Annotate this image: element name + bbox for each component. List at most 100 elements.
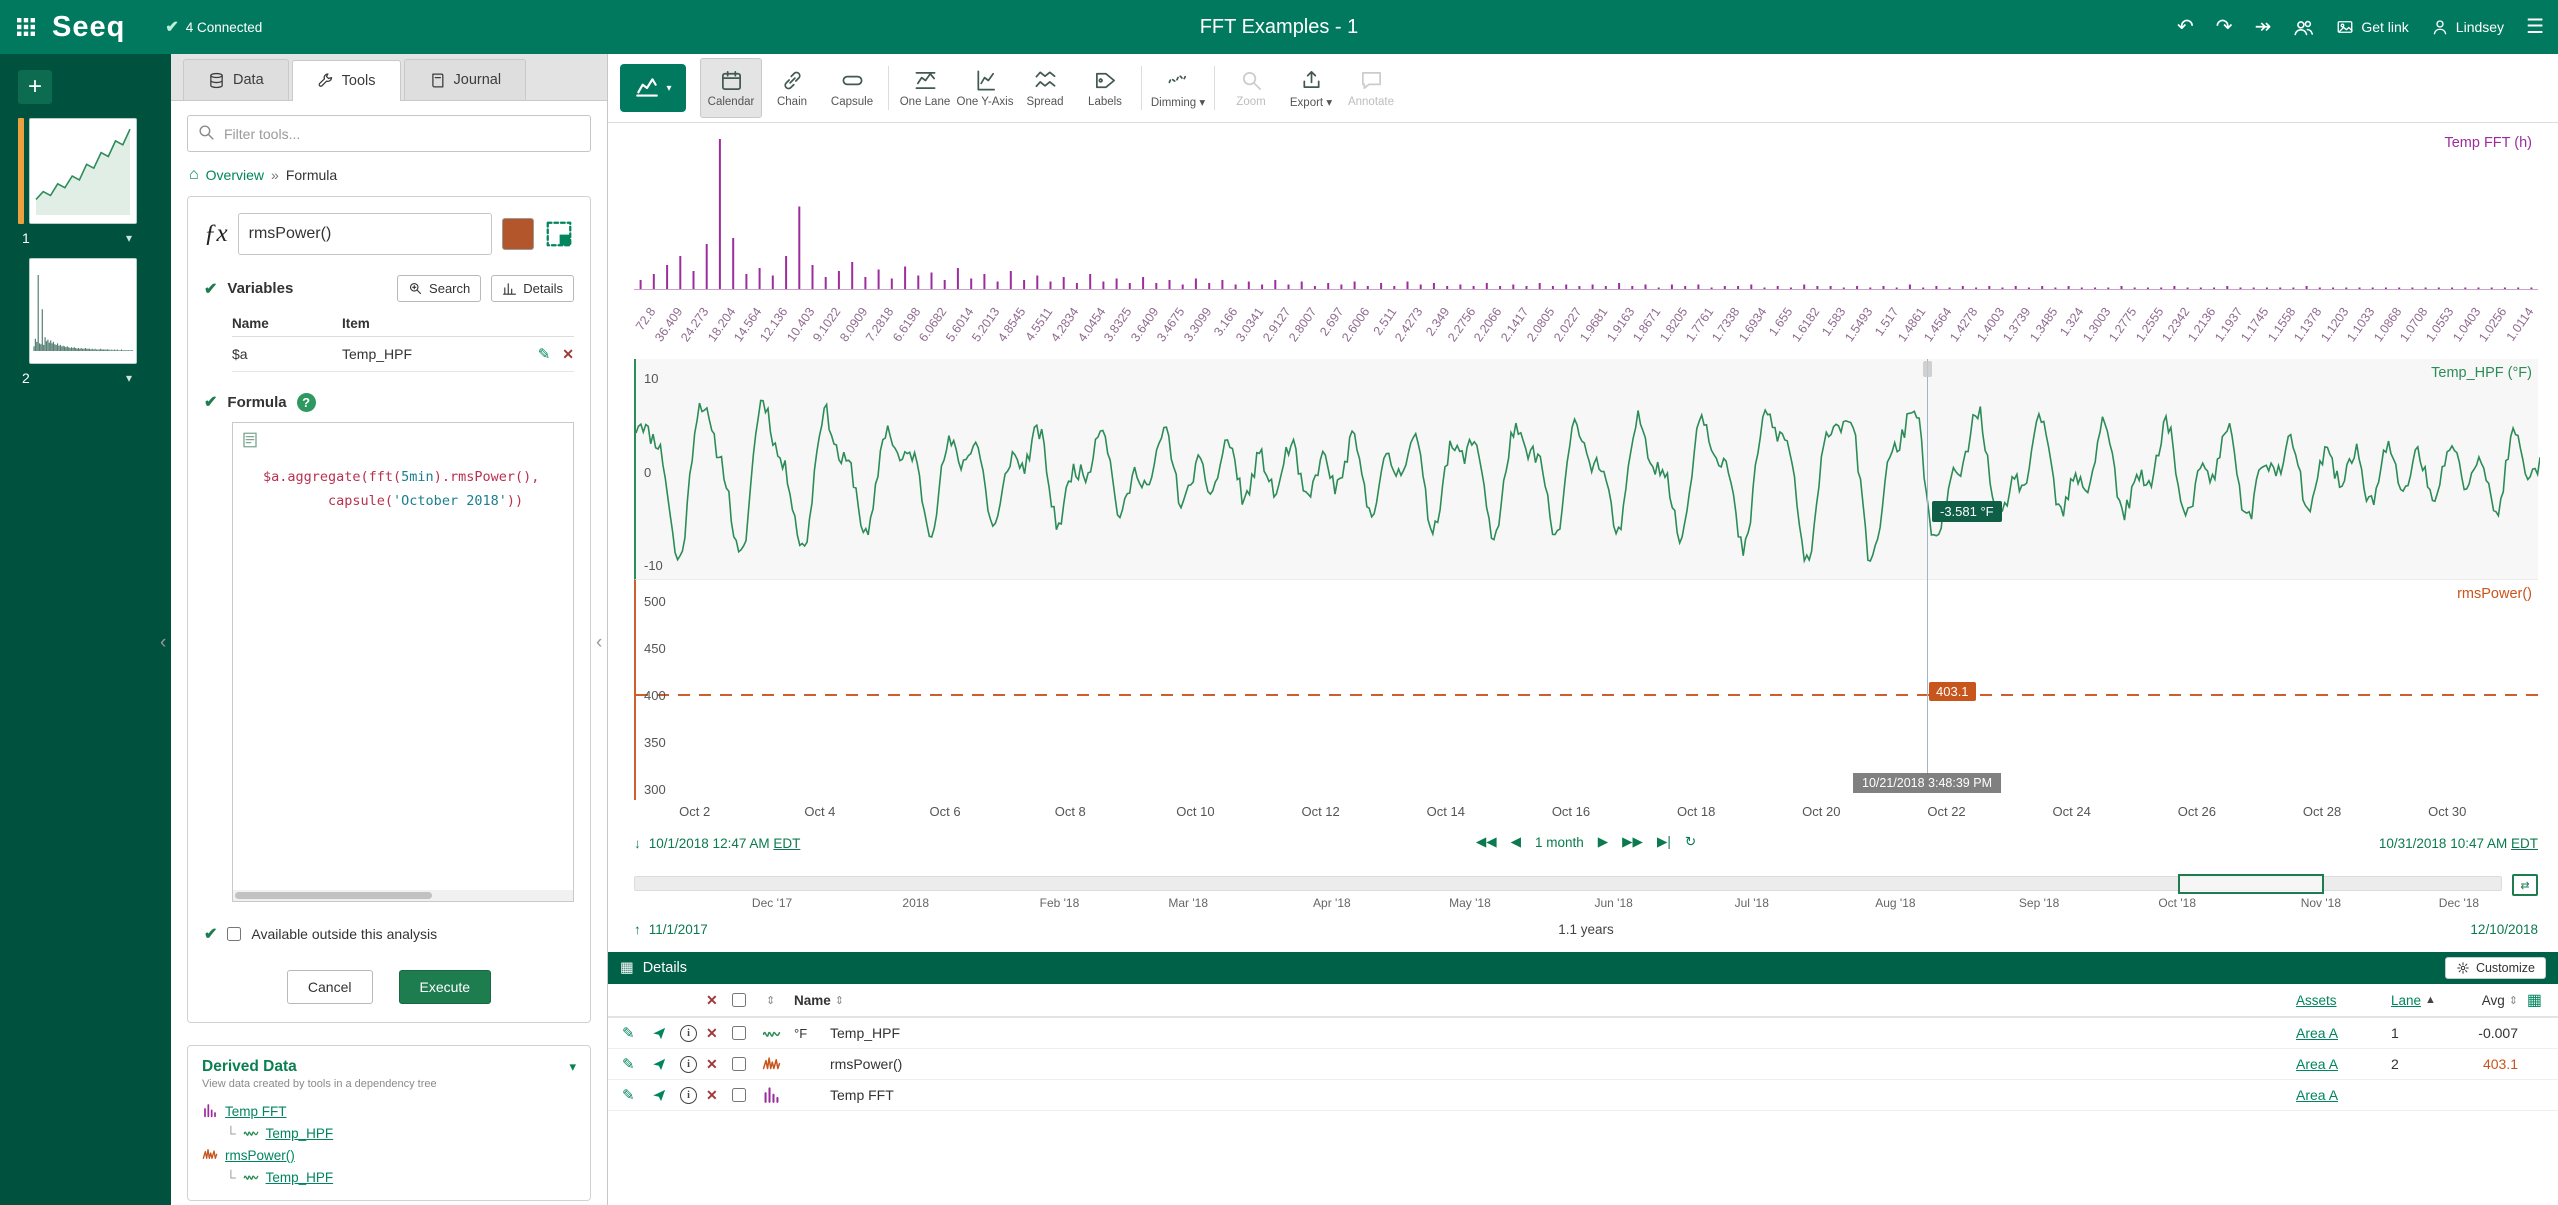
sort-icon[interactable]: ⇕ bbox=[2509, 994, 2518, 1007]
edit-icon[interactable]: ✎ bbox=[622, 1024, 635, 1042]
display-pane-icon[interactable] bbox=[544, 219, 574, 249]
trend-view-dropdown[interactable]: ▾ bbox=[620, 64, 686, 112]
cancel-button[interactable]: Cancel bbox=[286, 970, 373, 1004]
asset-link[interactable]: Area A bbox=[2296, 1087, 2338, 1103]
table-row[interactable]: ✎ i ✕ °F Temp_HPF Area A 1 -0.007 bbox=[608, 1018, 2558, 1049]
remove-icon[interactable]: ✕ bbox=[562, 346, 574, 363]
user-menu[interactable]: Lindsey bbox=[2431, 18, 2504, 36]
worksheet-thumb-2[interactable] bbox=[18, 258, 171, 364]
step-forward-fast-icon[interactable]: ▶▶ bbox=[1622, 834, 1643, 850]
asset-link[interactable]: Area A bbox=[2296, 1056, 2338, 1072]
step-back-fast-icon[interactable]: ◀◀ bbox=[1476, 834, 1497, 850]
investigate-timebar[interactable]: Dec '17 2018 Feb '18 Mar '18 Apr '18 May '18 J… bbox=[634, 872, 2538, 918]
tree-child-item[interactable]: └ Temp_HPF bbox=[202, 1166, 576, 1188]
info-icon[interactable]: i bbox=[680, 1086, 697, 1104]
table-view-icon[interactable]: ▦ bbox=[2527, 990, 2542, 1010]
fft-series-label[interactable]: Temp FFT (h) bbox=[2444, 135, 2532, 151]
series-name[interactable]: Temp_HPF bbox=[830, 1025, 2296, 1041]
editor-scrollbar[interactable] bbox=[233, 890, 573, 901]
col-avg[interactable]: Avg bbox=[2482, 993, 2505, 1008]
temp-hpf-lane[interactable]: Temp_HPF (°F) 10 0 -10 bbox=[634, 359, 2541, 580]
tree-item[interactable]: rmsPower() bbox=[202, 1144, 576, 1166]
app-launcher-icon[interactable] bbox=[14, 15, 38, 39]
col-name[interactable]: Name bbox=[794, 993, 831, 1008]
edit-icon[interactable]: ✎ bbox=[538, 345, 551, 363]
tab-tools[interactable]: Tools bbox=[291, 60, 401, 101]
col-lane[interactable]: Lane bbox=[2391, 993, 2421, 1008]
connected-status[interactable]: ✔ 4 Connected bbox=[165, 17, 262, 37]
investigate-end[interactable]: 12/10/2018 bbox=[2470, 922, 2538, 937]
get-link-button[interactable]: Get link bbox=[2336, 18, 2409, 36]
chevron-down-icon[interactable]: ▾ bbox=[126, 371, 132, 385]
fft-lane[interactable]: Temp FFT (h) bbox=[634, 129, 2538, 301]
step-forward-icon[interactable]: ▶ bbox=[1598, 834, 1608, 850]
tree-item[interactable]: Temp FFT bbox=[202, 1100, 576, 1122]
toolbar-labels-button[interactable]: Labels bbox=[1075, 58, 1135, 118]
display-range-end[interactable]: 10/31/2018 10:47 AM EDT bbox=[2379, 836, 2538, 851]
info-icon[interactable]: i bbox=[680, 1055, 697, 1073]
formula-code[interactable]: $a.aggregate(fft(5min).rmsPower(), capsu… bbox=[263, 465, 539, 513]
collaborators-icon[interactable] bbox=[2293, 17, 2314, 38]
add-worksheet-button[interactable]: + bbox=[18, 70, 52, 104]
help-icon[interactable]: ? bbox=[296, 392, 316, 412]
redo-icon[interactable]: ↷ bbox=[2216, 17, 2233, 37]
tree-child-item[interactable]: └ Temp_HPF bbox=[202, 1122, 576, 1144]
remove-icon[interactable]: ✕ bbox=[706, 1025, 718, 1042]
remove-all-icon[interactable]: ✕ bbox=[706, 992, 718, 1009]
execute-button[interactable]: Execute bbox=[398, 970, 492, 1004]
tab-journal[interactable]: Journal bbox=[403, 59, 527, 100]
trend-charts[interactable]: Temp FFT (h) 72.8 36.409 24.273 18.204 14.56… bbox=[633, 129, 2541, 826]
table-row[interactable]: ✎ i ✕ Temp FFT Area A bbox=[608, 1080, 2558, 1111]
row-checkbox[interactable] bbox=[732, 1026, 746, 1040]
color-swatch-button[interactable] bbox=[502, 218, 534, 250]
toolbar-export-button[interactable]: Export ▾ bbox=[1281, 58, 1341, 118]
customize-button[interactable]: Customize bbox=[2444, 957, 2546, 979]
temp-series-label[interactable]: Temp_HPF (°F) bbox=[2431, 365, 2532, 381]
series-name[interactable]: Temp FFT bbox=[830, 1087, 2296, 1103]
hamburger-icon[interactable]: ☰ bbox=[2526, 17, 2544, 37]
worksheet-2-row[interactable]: 2 ▾ bbox=[22, 370, 132, 386]
cursor-marker[interactable] bbox=[1923, 361, 1932, 377]
variable-details-button[interactable]: Details bbox=[491, 275, 574, 302]
sort-icon[interactable]: ⇕ bbox=[835, 994, 844, 1007]
send-icon[interactable] bbox=[652, 1088, 667, 1103]
investigate-start-icon[interactable]: ↑ bbox=[634, 922, 641, 937]
worksheet-thumb-1[interactable] bbox=[18, 118, 171, 224]
display-range-start[interactable]: 10/1/2018 12:47 AM EDT bbox=[649, 836, 801, 851]
toolbar-calendar-button[interactable]: Calendar bbox=[700, 58, 762, 118]
duration-label[interactable]: 1 month bbox=[1535, 835, 1584, 850]
chevron-down-icon[interactable]: ▾ bbox=[126, 231, 132, 245]
refresh-icon[interactable]: ↻ bbox=[1685, 834, 1696, 850]
remove-icon[interactable]: ✕ bbox=[706, 1056, 718, 1073]
chevron-down-icon[interactable]: ▾ bbox=[569, 1059, 576, 1075]
asset-link[interactable]: Area A bbox=[2296, 1025, 2338, 1041]
worksheet-1-row[interactable]: 1 ▾ bbox=[22, 230, 132, 246]
step-to-end-icon[interactable]: ▶| bbox=[1657, 834, 1671, 850]
row-checkbox[interactable] bbox=[732, 1088, 746, 1102]
select-all-checkbox[interactable] bbox=[732, 993, 746, 1007]
toolbar-chain-button[interactable]: Chain bbox=[762, 58, 822, 118]
investigate-start[interactable]: 11/1/2017 bbox=[649, 922, 708, 937]
toolbar-one-lane-button[interactable]: One Lane bbox=[895, 58, 955, 118]
formula-name-input[interactable] bbox=[237, 213, 492, 255]
timebar-track[interactable] bbox=[634, 874, 2502, 894]
timebar-expand-icon[interactable]: ⇄ bbox=[2512, 874, 2538, 896]
send-icon[interactable] bbox=[652, 1026, 667, 1041]
tab-data[interactable]: Data bbox=[183, 59, 289, 100]
table-row[interactable]: ✎ i ✕ rmsPower() Area A 2 403.1 bbox=[608, 1049, 2558, 1080]
series-name[interactable]: rmsPower() bbox=[830, 1056, 2296, 1072]
collapse-panel-handle[interactable]: ‹ bbox=[596, 632, 602, 654]
info-icon[interactable]: i bbox=[680, 1024, 697, 1042]
toolbar-spread-button[interactable]: Spread bbox=[1015, 58, 1075, 118]
edit-icon[interactable]: ✎ bbox=[622, 1055, 635, 1073]
toolbar-dimming-button[interactable]: Dimming ▾ bbox=[1148, 58, 1208, 118]
edit-icon[interactable]: ✎ bbox=[622, 1086, 635, 1104]
undo-icon[interactable]: ↶ bbox=[2177, 17, 2194, 37]
formula-editor[interactable]: $a.aggregate(fft(5min).rmsPower(), capsu… bbox=[232, 422, 574, 902]
toolbar-one-y-axis-button[interactable]: One Y-Axis bbox=[955, 58, 1015, 118]
forward-all-icon[interactable]: ↠ bbox=[2255, 17, 2272, 37]
sort-icon[interactable]: ⇕ bbox=[766, 994, 775, 1007]
remove-icon[interactable]: ✕ bbox=[706, 1087, 718, 1104]
row-checkbox[interactable] bbox=[732, 1057, 746, 1071]
breadcrumb-overview[interactable]: Overview bbox=[206, 167, 264, 183]
